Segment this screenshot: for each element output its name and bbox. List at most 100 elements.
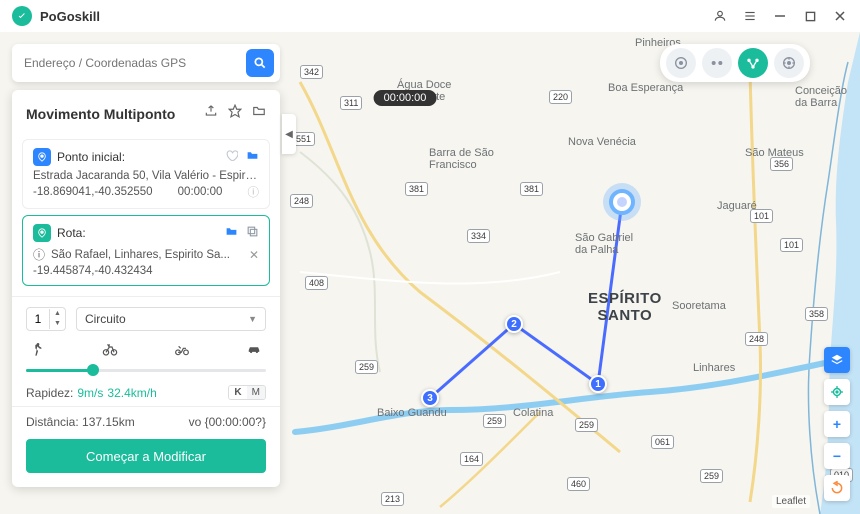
search-box	[12, 44, 280, 82]
folder-icon[interactable]	[246, 149, 259, 165]
step-up-icon[interactable]: ▲	[50, 309, 65, 319]
joystick-mode-icon[interactable]	[774, 48, 804, 78]
heart-icon[interactable]	[225, 149, 238, 165]
route-shield: 342	[300, 65, 323, 79]
map-label: Boa Esperança	[608, 82, 683, 94]
map-label: Linhares	[693, 362, 735, 374]
loop-count-stepper[interactable]: ▲ ▼	[26, 307, 66, 331]
bike-icon[interactable]	[100, 339, 120, 359]
warning-icon: ⓘ	[33, 246, 45, 263]
map-start-marker[interactable]	[609, 189, 635, 215]
route-shield: 101	[750, 209, 773, 223]
map-waypoint-3[interactable]: 3	[421, 389, 439, 407]
route-label: Rota:	[57, 226, 219, 240]
route-coords: -19.445874,-40.432434	[33, 265, 153, 277]
route-shield: 381	[520, 182, 543, 196]
two-spot-mode-icon[interactable]	[702, 48, 732, 78]
route-shield: 259	[575, 418, 598, 432]
vo-label: vo {00:00:00?}	[189, 415, 266, 429]
map-attribution: Leaflet	[772, 495, 810, 508]
map-waypoint-1[interactable]: 1	[589, 375, 607, 393]
map-label: Sooretama	[672, 300, 726, 312]
speed-kmh: 32.4km/h	[107, 386, 156, 400]
route-shield: 358	[805, 307, 828, 321]
route-shield: 460	[567, 477, 590, 491]
maximize-button[interactable]	[802, 8, 818, 24]
chevron-down-icon: ▼	[248, 314, 257, 324]
route-shield: 164	[460, 452, 483, 466]
step-down-icon[interactable]: ▼	[50, 319, 65, 329]
unit-toggle[interactable]: K M	[228, 385, 266, 400]
route-shield: 213	[381, 492, 404, 506]
route-mode-value: Circuito	[85, 312, 126, 326]
start-pin-icon	[33, 148, 51, 166]
zoom-out-button[interactable]: −	[824, 443, 850, 469]
distance-value: 137.15km	[82, 415, 135, 429]
route-shield: 101	[780, 238, 803, 252]
copy-icon[interactable]	[246, 225, 259, 241]
start-point-card: Ponto inicial: Estrada Jacaranda 50, Vil…	[22, 139, 270, 209]
loop-count-input[interactable]	[27, 312, 49, 326]
map-mode-toolbar	[660, 44, 810, 82]
start-point-label: Ponto inicial:	[57, 150, 219, 164]
route-address: São Rafael, Linhares, Espirito Sa...	[51, 249, 243, 261]
sidebar-panel: Movimento Multiponto Ponto inicial: Estr…	[12, 90, 280, 487]
map-label: Barra de São Francisco	[429, 147, 494, 171]
route-shield: 259	[483, 414, 506, 428]
map-label: Nova Venécia	[568, 136, 636, 148]
account-icon[interactable]	[712, 8, 728, 24]
multi-spot-mode-icon[interactable]	[738, 48, 768, 78]
unit-m[interactable]: M	[247, 386, 265, 399]
route-shield: 220	[549, 90, 572, 104]
map-label-state: ESPÍRITO SANTO	[588, 290, 662, 324]
map-label: Conceição da Barra	[795, 85, 847, 109]
search-button[interactable]	[246, 49, 274, 77]
app-title: PoGoskill	[40, 9, 100, 24]
timer-badge: 00:00:00	[374, 90, 437, 106]
car-icon[interactable]	[244, 339, 264, 359]
start-address: Estrada Jacaranda 50, Vila Valério - Esp…	[33, 170, 259, 182]
minimize-button[interactable]	[772, 8, 788, 24]
walk-icon[interactable]	[28, 339, 48, 359]
layers-button[interactable]	[824, 347, 850, 373]
route-shield: 259	[700, 469, 723, 483]
start-coords: -18.869041,-40.352550	[33, 186, 153, 198]
map-label: Baixo Guandu	[377, 407, 447, 419]
route-shield: 248	[290, 194, 313, 208]
route-shield: 356	[770, 157, 793, 171]
favorite-icon[interactable]	[228, 104, 242, 123]
teleport-mode-icon[interactable]	[666, 48, 696, 78]
map-label: São Gabriel da Palha	[575, 232, 633, 256]
motorcycle-icon[interactable]	[172, 339, 192, 359]
export-icon[interactable]	[204, 104, 218, 123]
map-label: Colatina	[513, 407, 553, 419]
locate-button[interactable]	[824, 379, 850, 405]
start-button[interactable]: Começar a Modificar	[26, 439, 266, 473]
collapse-sidebar-button[interactable]: ◀	[282, 114, 296, 154]
distance-label: Distância:	[26, 415, 79, 429]
folder-icon[interactable]	[252, 104, 266, 123]
route-shield: 408	[305, 276, 328, 290]
folder-icon[interactable]	[225, 225, 238, 241]
info-icon[interactable]: ⓘ	[248, 184, 260, 200]
reset-button[interactable]	[824, 475, 850, 501]
route-shield: 381	[405, 182, 428, 196]
close-button[interactable]	[832, 8, 848, 24]
route-shield: 334	[467, 229, 490, 243]
zoom-in-button[interactable]: +	[824, 411, 850, 437]
speed-slider[interactable]	[26, 363, 266, 377]
app-logo	[12, 6, 32, 26]
route-point-card: Rota: ⓘ São Rafael, Linhares, Espirito S…	[22, 215, 270, 286]
map-waypoint-2[interactable]: 2	[505, 315, 523, 333]
route-mode-select[interactable]: Circuito ▼	[76, 307, 266, 331]
start-time: 00:00:00	[178, 186, 223, 198]
panel-title: Movimento Multiponto	[26, 106, 204, 122]
menu-icon[interactable]	[742, 8, 758, 24]
route-shield: 248	[745, 332, 768, 346]
unit-k[interactable]: K	[229, 386, 246, 399]
remove-waypoint-icon[interactable]: ✕	[249, 248, 259, 262]
route-shield: 259	[355, 360, 378, 374]
speed-ms: 9m/s	[77, 386, 103, 400]
speed-label: Rapidez:	[26, 386, 73, 400]
search-input[interactable]	[24, 56, 246, 70]
